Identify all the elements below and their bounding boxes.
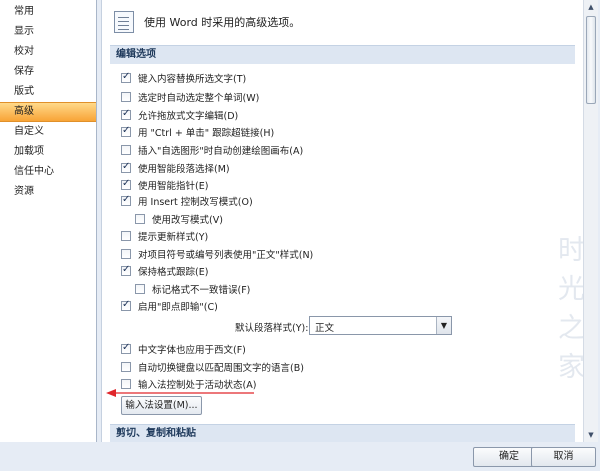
checkbox[interactable]	[121, 178, 131, 190]
ime-settings-button[interactable]: 输入法设置(M)...	[121, 396, 202, 415]
sidebar-item-customize[interactable]: 自定义	[0, 122, 96, 142]
option-normal-style-lists[interactable]: 对项目符号或编号列表使用"正文"样式(N)	[121, 246, 313, 262]
option-prompt-update-style[interactable]: 提示更新样式(Y)	[121, 228, 208, 244]
option-label: 启用"即点即输"(C)	[138, 302, 218, 313]
dialog-footer: 确定 取消	[0, 442, 600, 471]
checkbox[interactable]	[121, 342, 131, 354]
option-apply-chinese-font-latin[interactable]: 中文字体也应用于西文(F)	[121, 341, 246, 357]
checkbox[interactable]	[121, 125, 131, 137]
sidebar-item-advanced[interactable]: 高级	[0, 102, 96, 122]
section-cut-copy-paste: 剪切、复制和粘贴	[110, 424, 575, 442]
document-options-icon	[114, 11, 134, 33]
option-label: 使用改写模式(V)	[152, 215, 223, 226]
option-mark-formatting-inconsistencies[interactable]: 标记格式不一致错误(F)	[135, 281, 250, 297]
option-overtype-mode[interactable]: 使用改写模式(V)	[135, 211, 223, 227]
option-auto-drawing-canvas[interactable]: 插入"自选图形"时自动创建绘图画布(A)	[121, 142, 303, 158]
checkbox[interactable]	[121, 92, 131, 102]
scroll-up-icon[interactable]: ▲	[584, 0, 598, 14]
default-style-label: 默认段落样式(Y):	[235, 323, 309, 334]
option-label: 中文字体也应用于西文(F)	[138, 345, 246, 356]
sidebar-item-trust-center[interactable]: 信任中心	[0, 162, 96, 182]
option-click-and-type[interactable]: 启用"即点即输"(C)	[121, 298, 218, 314]
option-typing-replaces-selection[interactable]: 键入内容替换所选文字(T)	[121, 70, 246, 86]
checkbox[interactable]	[121, 71, 131, 83]
option-smart-cursor[interactable]: 使用智能指针(E)	[121, 177, 208, 193]
page-title: 使用 Word 时采用的高级选项。	[144, 16, 301, 29]
option-smart-paragraph-selection[interactable]: 使用智能段落选择(M)	[121, 160, 230, 176]
scroll-thumb[interactable]	[586, 16, 596, 104]
option-label: 自动切换键盘以匹配周围文字的语言(B)	[138, 363, 304, 374]
option-label: 使用智能指针(E)	[138, 181, 209, 192]
option-ctrl-click-hyperlink[interactable]: 用 "Ctrl + 单击" 跟踪超链接(H)	[121, 124, 274, 140]
option-label: 提示更新样式(Y)	[138, 232, 209, 243]
option-insert-overtype[interactable]: 用 Insert 控制改写模式(O)	[121, 193, 253, 209]
option-drag-drop-editing[interactable]: 允许拖放式文字编辑(D)	[121, 107, 238, 123]
checkbox[interactable]	[135, 284, 145, 294]
sidebar-item-display[interactable]: 显示	[0, 22, 96, 42]
section-editing-options: 编辑选项	[110, 45, 575, 64]
option-auto-select-word[interactable]: 选定时自动选定整个单词(W)	[121, 89, 259, 105]
checkbox[interactable]	[121, 161, 131, 173]
option-label: 选定时自动选定整个单词(W)	[138, 93, 260, 104]
checkbox[interactable]	[121, 299, 131, 311]
checkbox[interactable]	[121, 249, 131, 259]
option-auto-keyboard-switch[interactable]: 自动切换键盘以匹配周围文字的语言(B)	[121, 359, 304, 375]
sidebar-item-addins[interactable]: 加载项	[0, 142, 96, 162]
panel-header: 使用 Word 时采用的高级选项。	[114, 8, 300, 36]
checkbox[interactable]	[121, 194, 131, 206]
checkbox[interactable]	[135, 214, 145, 224]
checkbox[interactable]	[121, 231, 131, 241]
checkbox[interactable]	[121, 145, 131, 155]
default-style-select[interactable]: 正文 ▼	[309, 316, 452, 335]
option-label: 使用智能段落选择(M)	[138, 164, 230, 175]
options-sidebar: 常用 显示 校对 保存 版式 高级 自定义 加载项 信任中心 资源	[0, 0, 97, 442]
sidebar-item-resources[interactable]: 资源	[0, 182, 96, 202]
dropdown-arrow-icon[interactable]: ▼	[436, 317, 451, 334]
option-keep-track-formatting[interactable]: 保持格式跟踪(E)	[121, 263, 208, 279]
scroll-down-icon[interactable]: ▼	[584, 428, 598, 442]
vertical-scrollbar[interactable]: ▲ ▼	[583, 0, 598, 442]
sidebar-item-proofing[interactable]: 校对	[0, 42, 96, 62]
sidebar-item-save[interactable]: 保存	[0, 62, 96, 82]
cancel-button[interactable]: 取消	[531, 447, 596, 467]
sidebar-item-common[interactable]: 常用	[0, 2, 96, 22]
checkbox[interactable]	[121, 108, 131, 120]
option-label: 插入"自选图形"时自动创建绘图画布(A)	[138, 146, 304, 157]
options-panel: 使用 Word 时采用的高级选项。 编辑选项 键入内容替换所选文字(T) 选定时…	[101, 0, 598, 442]
checkbox[interactable]	[121, 264, 131, 276]
option-label: 键入内容替换所选文字(T)	[138, 74, 247, 85]
option-label: 用 "Ctrl + 单击" 跟踪超链接(H)	[138, 128, 275, 139]
option-label: 保持格式跟踪(E)	[138, 267, 209, 278]
option-label: 标记格式不一致错误(F)	[152, 285, 251, 296]
option-label: 允许拖放式文字编辑(D)	[138, 111, 239, 122]
sidebar-item-layout[interactable]: 版式	[0, 82, 96, 102]
checkbox[interactable]	[121, 362, 131, 372]
option-label: 对项目符号或编号列表使用"正文"样式(N)	[138, 250, 314, 261]
default-style-value: 正文	[315, 323, 335, 334]
option-label: 用 Insert 控制改写模式(O)	[138, 197, 253, 208]
